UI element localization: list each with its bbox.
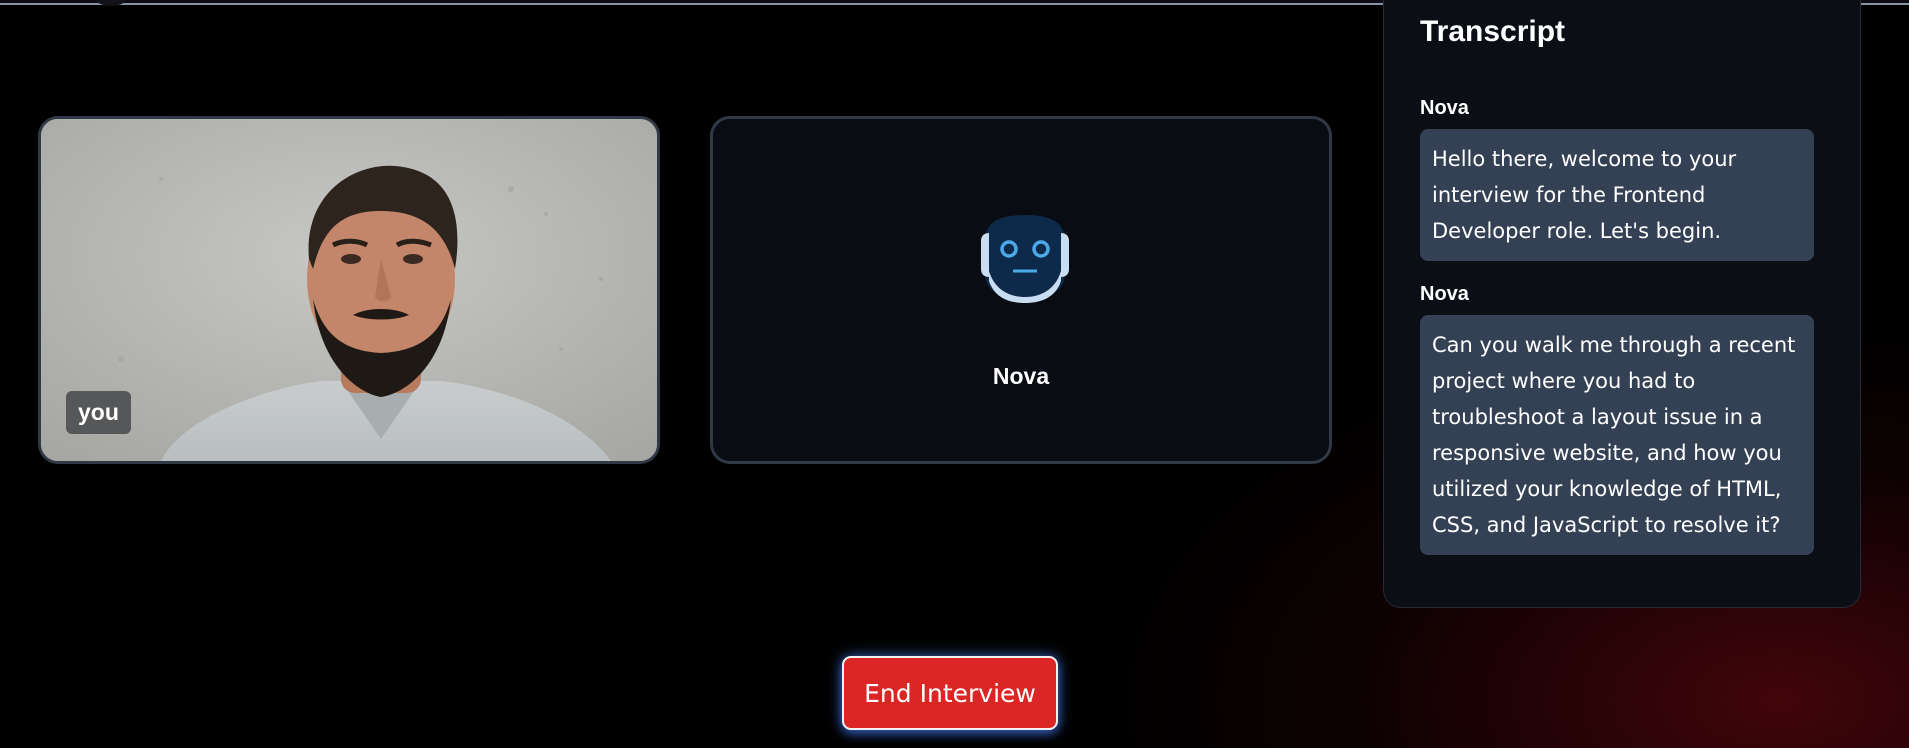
user-video-tile: you [38,116,660,464]
message-speaker: Nova [1420,283,1469,305]
ai-video-tile: Nova [710,116,1332,464]
ai-name-label: Nova [992,363,1050,389]
robot-face-icon [981,215,1069,303]
transcript-title: Transcript [1420,15,1566,48]
message-bubble: Hello there, welcome to your interview f… [1420,129,1814,261]
top-edge-knob [92,0,130,6]
user-name-tag: you [66,391,131,434]
user-camera-feed [41,119,657,461]
end-interview-button[interactable]: End Interview [842,656,1058,730]
message-speaker: Nova [1420,97,1469,119]
transcript-panel[interactable]: Transcript Nova Hello there, welcome to … [1383,0,1861,608]
message-bubble: Can you walk me through a recent project… [1420,315,1814,555]
